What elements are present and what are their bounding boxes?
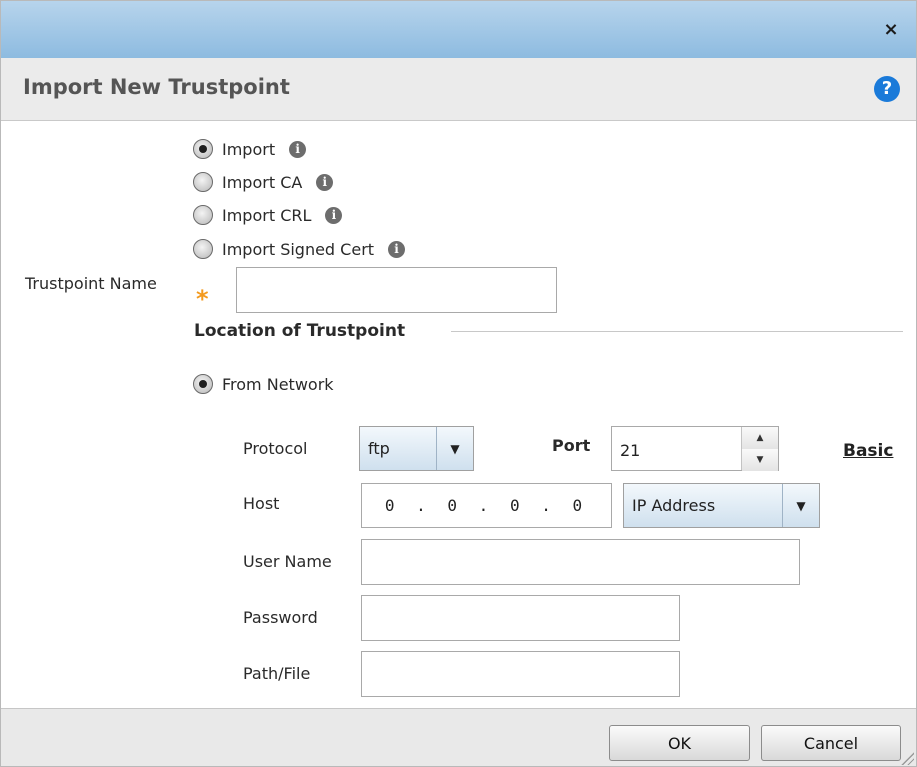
dialog-header: Import New Trustpoint bbox=[1, 58, 916, 121]
radio-row-import-signed-cert[interactable]: Import Signed Cert i bbox=[193, 237, 406, 261]
close-icon[interactable]: × bbox=[882, 21, 900, 39]
username-label: User Name bbox=[243, 552, 332, 571]
import-ca-radio[interactable] bbox=[193, 172, 213, 192]
password-label: Password bbox=[243, 608, 318, 627]
host-type-select[interactable]: IP Address ▼ bbox=[623, 483, 820, 528]
import-signed-cert-radio-label: Import Signed Cert bbox=[222, 239, 375, 259]
protocol-label: Protocol bbox=[243, 439, 308, 458]
protocol-select[interactable]: ftp ▼ bbox=[359, 426, 474, 471]
from-network-label: From Network bbox=[222, 374, 334, 394]
radio-row-import-ca[interactable]: Import CA i bbox=[193, 170, 334, 194]
host-label: Host bbox=[243, 494, 280, 513]
dialog-footer: OK Cancel bbox=[1, 708, 916, 766]
host-ip-input[interactable]: 0 . 0 . 0 . 0 bbox=[361, 483, 612, 528]
port-label: Port bbox=[552, 436, 591, 455]
path-file-input[interactable] bbox=[361, 651, 680, 697]
from-network-radio[interactable] bbox=[193, 374, 213, 394]
cancel-button[interactable]: Cancel bbox=[761, 725, 901, 761]
basic-link[interactable]: Basic bbox=[843, 441, 893, 461]
chevron-down-icon[interactable]: ▼ bbox=[782, 484, 819, 527]
username-input[interactable] bbox=[361, 539, 800, 585]
spin-up-icon[interactable]: ▲ bbox=[742, 427, 778, 450]
trustpoint-name-label: Trustpoint Name bbox=[25, 274, 157, 293]
trustpoint-name-input[interactable] bbox=[236, 267, 557, 313]
import-crl-radio[interactable] bbox=[193, 205, 213, 225]
import-radio-label: Import bbox=[222, 139, 276, 159]
info-icon[interactable]: i bbox=[388, 240, 406, 258]
host-type-value: IP Address bbox=[632, 496, 716, 515]
port-spin-buttons: ▲ ▼ bbox=[741, 427, 778, 471]
import-ca-radio-label: Import CA bbox=[222, 172, 303, 192]
port-stepper[interactable]: 21 ▲ ▼ bbox=[611, 426, 779, 471]
info-icon[interactable]: i bbox=[325, 206, 343, 224]
port-value: 21 bbox=[620, 441, 641, 460]
section-divider bbox=[451, 331, 903, 332]
dialog-title: Import New Trustpoint bbox=[23, 75, 290, 99]
path-file-label: Path/File bbox=[243, 664, 311, 683]
radio-row-import-crl[interactable]: Import CRL i bbox=[193, 203, 343, 227]
dialog-titlebar[interactable]: × bbox=[1, 1, 916, 58]
radio-row-import[interactable]: Import i bbox=[193, 137, 307, 161]
protocol-value: ftp bbox=[368, 439, 390, 458]
ok-button[interactable]: OK bbox=[609, 725, 750, 761]
resize-grip-icon[interactable] bbox=[900, 751, 914, 765]
required-star-icon: * bbox=[196, 285, 209, 313]
import-trustpoint-dialog: × Import New Trustpoint ? Import i Impor… bbox=[0, 0, 917, 767]
info-icon[interactable]: i bbox=[316, 173, 334, 191]
import-radio[interactable] bbox=[193, 139, 213, 159]
chevron-down-icon[interactable]: ▼ bbox=[436, 427, 473, 470]
spin-down-icon[interactable]: ▼ bbox=[742, 449, 778, 471]
radio-row-from-network[interactable]: From Network bbox=[193, 372, 334, 396]
import-crl-radio-label: Import CRL bbox=[222, 205, 312, 225]
import-signed-cert-radio[interactable] bbox=[193, 239, 213, 259]
info-icon[interactable]: i bbox=[289, 140, 307, 158]
help-icon[interactable]: ? bbox=[874, 76, 900, 102]
password-input[interactable] bbox=[361, 595, 680, 641]
location-section-title: Location of Trustpoint bbox=[194, 321, 406, 341]
